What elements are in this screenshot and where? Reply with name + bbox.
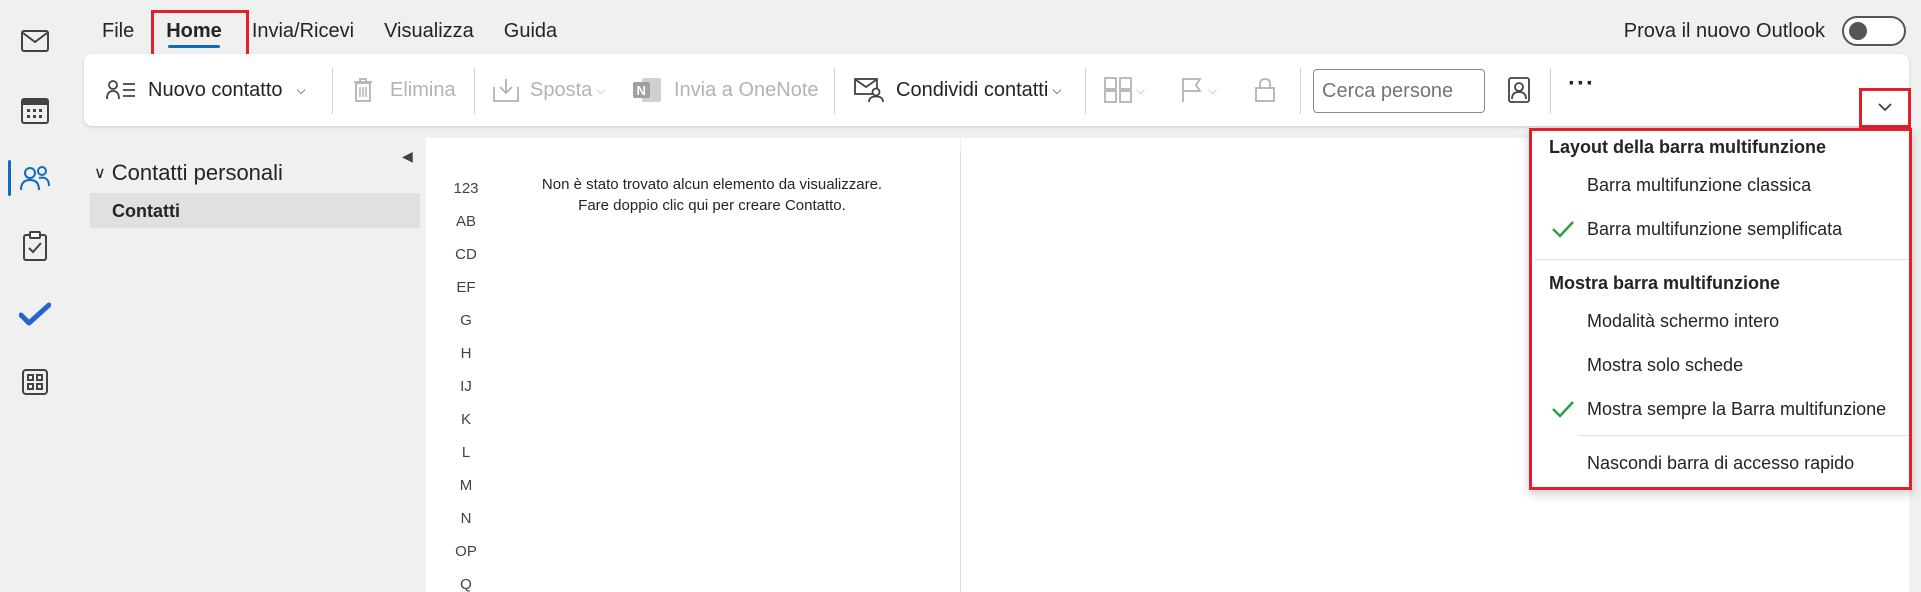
toggle-knob <box>1849 22 1867 40</box>
svg-text:N: N <box>637 83 646 98</box>
menu-item-hide-quick-access[interactable]: Nascondi barra di accesso rapido <box>1535 443 1909 483</box>
index-letter[interactable]: 123 <box>440 180 492 197</box>
move-button[interactable]: Sposta ⌵ <box>492 54 605 126</box>
more-options-button[interactable]: ··· <box>1568 48 1595 120</box>
index-letter[interactable]: EF <box>440 279 492 296</box>
empty-line-2: Fare doppio clic qui per creare Contatto… <box>578 197 846 214</box>
todo-icon[interactable] <box>0 286 70 342</box>
ribbon-separator <box>332 68 333 114</box>
menu-item-always-show-ribbon[interactable]: Mostra sempre la Barra multifunzione <box>1535 389 1909 429</box>
index-letter[interactable]: OP <box>440 543 492 560</box>
ribbon-separator <box>834 68 835 114</box>
apps-icon[interactable] <box>0 354 70 410</box>
menu-separator <box>1578 435 1908 436</box>
trash-icon <box>352 77 374 103</box>
contact-card-icon <box>106 79 136 101</box>
private-button[interactable] <box>1254 54 1276 126</box>
index-letter[interactable]: G <box>440 312 492 329</box>
try-new-outlook-label: Prova il nuovo Outlook <box>1623 20 1825 42</box>
index-letter[interactable]: H <box>440 345 492 362</box>
share-contacts-icon <box>854 77 884 103</box>
send-to-onenote-button[interactable]: N Invia a OneNote <box>632 54 819 126</box>
empty-list-message[interactable]: Non è stato trovato alcun elemento da vi… <box>492 174 932 216</box>
chevron-down-icon: ⌵ <box>596 82 606 97</box>
ribbon-options-menu: Layout della barra multifunzione Barra m… <box>1529 128 1912 490</box>
chevron-down-icon <box>1877 99 1893 117</box>
move-icon <box>492 77 520 103</box>
menu-separator <box>1535 259 1909 260</box>
checkmark-icon <box>1551 399 1575 424</box>
contact-list-pane: 123 AB CD EF G H IJ K L M N OP Q Non è s… <box>426 138 960 592</box>
menu-item-classic-ribbon[interactable]: Barra multifunzione classica <box>1535 165 1909 205</box>
chevron-down-icon: ⌵ <box>296 82 306 97</box>
onenote-icon: N <box>632 77 662 103</box>
menu-item-full-screen[interactable]: Modalità schermo intero <box>1535 301 1909 341</box>
chevron-down-icon: ⌵ <box>1208 82 1218 97</box>
index-letter[interactable]: K <box>440 411 492 428</box>
menu-item-simplified-ribbon[interactable]: Barra multifunzione semplificata <box>1535 209 1909 249</box>
collapse-folder-pane-icon[interactable]: ◀ <box>402 148 413 165</box>
tab-file[interactable]: File <box>88 14 148 50</box>
home-tab-highlight <box>151 10 249 60</box>
mail-icon[interactable] <box>0 13 70 69</box>
chevron-down-icon: ⌵ <box>1052 82 1062 97</box>
index-letter[interactable]: L <box>440 444 492 461</box>
address-book-icon <box>1508 77 1530 103</box>
ribbon-display-options-button[interactable] <box>1859 88 1911 128</box>
lock-icon <box>1254 77 1276 103</box>
menu-item-show-tabs-only[interactable]: Mostra solo schede <box>1535 345 1909 385</box>
ribbon-separator <box>1300 68 1301 114</box>
calendar-icon[interactable] <box>0 82 70 138</box>
index-letter[interactable]: M <box>440 477 492 494</box>
chevron-down-icon: ∨ <box>94 165 106 182</box>
share-contacts-button[interactable]: Condividi contatti ⌵ <box>854 54 1061 126</box>
flag-icon <box>1180 77 1204 103</box>
index-letter[interactable]: Q <box>440 576 492 592</box>
tab-view[interactable]: Visualizza <box>370 14 488 50</box>
new-outlook-toggle[interactable] <box>1842 16 1906 46</box>
ribbon-separator <box>1550 68 1551 114</box>
ribbon-separator <box>1085 68 1086 114</box>
ribbon: Nuovo contatto ⌵ Elimina Sposta ⌵ N Invi… <box>84 54 1909 126</box>
tasks-icon[interactable] <box>0 218 70 274</box>
categorize-icon <box>1104 77 1132 103</box>
index-letter[interactable]: AB <box>440 213 492 230</box>
ribbon-separator <box>474 68 475 114</box>
tab-send-receive[interactable]: Invia/Ricevi <box>238 14 368 50</box>
tab-help[interactable]: Guida <box>490 14 571 50</box>
follow-up-button[interactable]: ⌵ <box>1180 54 1217 126</box>
folder-pane: ◀ ∨ Contatti personali Contatti <box>84 138 426 592</box>
people-icon[interactable] <box>0 150 70 206</box>
folder-group-personal-contacts[interactable]: ∨ Contatti personali <box>94 160 283 186</box>
chevron-down-icon: ⌵ <box>1136 82 1146 97</box>
folder-item-contacts[interactable]: Contatti <box>90 193 420 228</box>
index-letter[interactable]: N <box>440 510 492 527</box>
empty-line-1: Non è stato trovato alcun elemento da vi… <box>541 176 883 193</box>
menu-header-show-ribbon: Mostra barra multifunzione <box>1549 273 1781 293</box>
delete-button[interactable]: Elimina <box>352 54 456 126</box>
app-bar <box>0 0 70 592</box>
index-letter[interactable]: IJ <box>440 378 492 395</box>
index-letter[interactable]: CD <box>440 246 492 263</box>
address-book-button[interactable] <box>1508 54 1530 126</box>
categorize-button[interactable]: ⌵ <box>1104 54 1145 126</box>
search-people-input[interactable] <box>1313 69 1485 113</box>
menu-header-layout: Layout della barra multifunzione <box>1549 137 1827 157</box>
checkmark-icon <box>1551 219 1575 244</box>
new-contact-button[interactable]: Nuovo contatto ⌵ <box>106 54 306 126</box>
